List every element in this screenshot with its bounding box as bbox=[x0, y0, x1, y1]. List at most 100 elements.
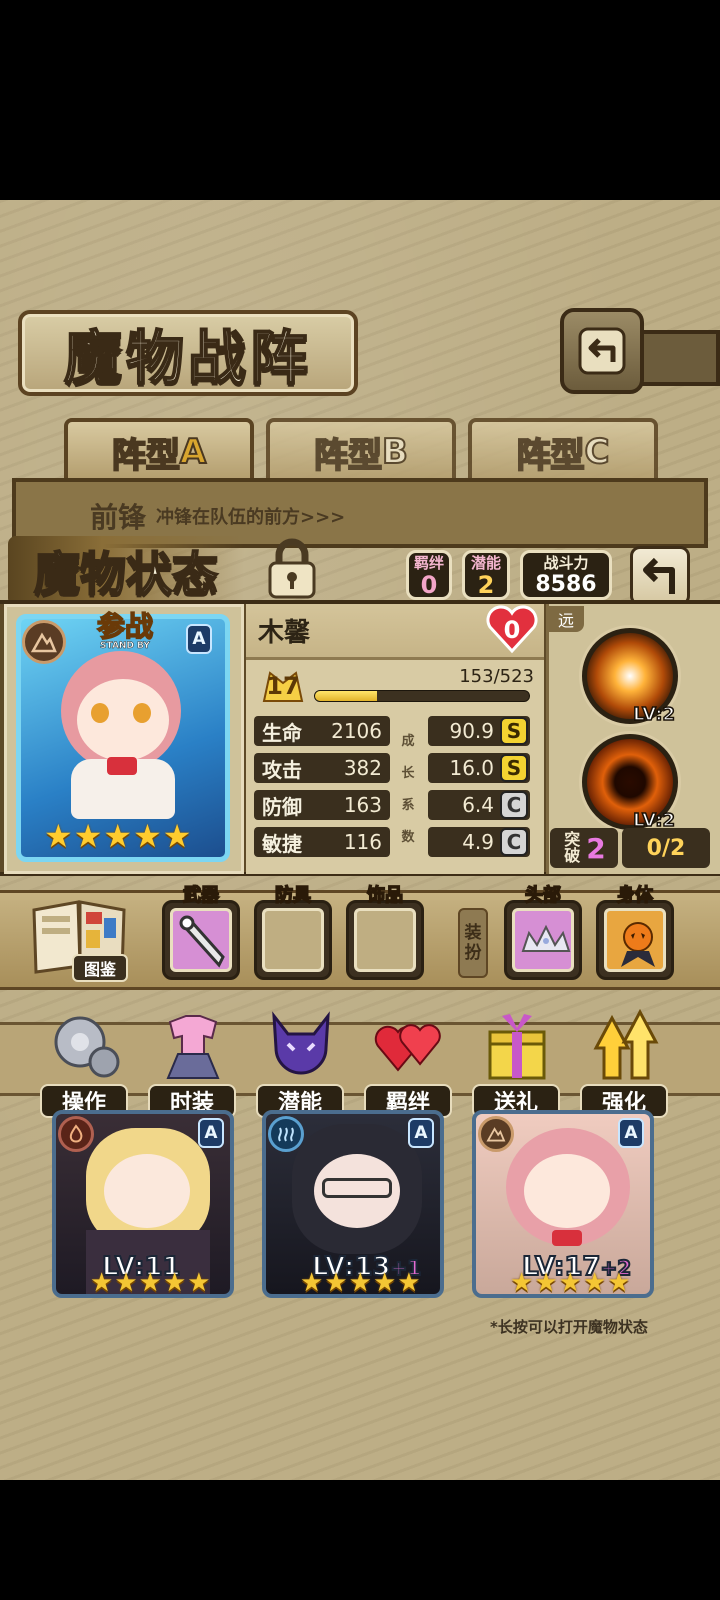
tab-letter: B bbox=[381, 431, 409, 473]
element-badge bbox=[22, 620, 66, 664]
stat-value: 163 bbox=[343, 793, 382, 817]
encyclopedia-button[interactable]: 图鉴 bbox=[28, 896, 132, 986]
star-icon: ★ bbox=[162, 817, 192, 855]
potential-button[interactable]: 潜能 bbox=[256, 1008, 344, 1120]
star-icon: ★ bbox=[510, 1268, 534, 1298]
encyclopedia-label: 图鉴 bbox=[72, 954, 128, 982]
stat-value: 382 bbox=[343, 756, 382, 780]
wrench-icon bbox=[179, 915, 225, 968]
star-icon: ★ bbox=[372, 1268, 397, 1298]
breakthrough[interactable]: 突破 2 0/2 bbox=[550, 826, 716, 870]
dressup-char: 装 bbox=[464, 923, 482, 943]
gear-icon bbox=[54, 1016, 120, 1078]
team-card-1[interactable]: A LV:11 ★ ★ ★ ★ ★ bbox=[52, 1110, 234, 1298]
vanguard-description: 冲锋在队伍的前方>>> bbox=[156, 507, 346, 528]
skill-2-button[interactable]: LV:2 bbox=[582, 734, 678, 832]
tab-formation-c[interactable]: 阵型 C bbox=[468, 418, 658, 482]
weapon-slot-inner bbox=[170, 908, 232, 972]
standby-badge: 参战 STAND BY bbox=[70, 612, 180, 655]
header-right-frame bbox=[640, 330, 720, 386]
card-face bbox=[524, 1154, 610, 1228]
card-stars: ★ ★ ★ ★ ★ bbox=[90, 1268, 211, 1298]
head-slot[interactable]: 头部 bbox=[504, 884, 582, 980]
tab-formation-b[interactable]: 阵型 B bbox=[266, 418, 456, 482]
growth-char: 成 bbox=[401, 734, 415, 749]
card-glasses bbox=[322, 1178, 392, 1198]
portrait-stars: ★ ★ ★ ★ ★ bbox=[44, 820, 191, 852]
stat-label: 生命 bbox=[262, 720, 302, 745]
stat-label: 攻击 bbox=[262, 757, 302, 782]
return-button[interactable] bbox=[630, 546, 690, 606]
stat-defense: 防御 163 bbox=[254, 790, 390, 820]
accessory-slot[interactable]: 饰品 bbox=[346, 884, 424, 980]
earth-element-icon bbox=[486, 1127, 506, 1142]
armor-slot[interactable]: 防具 bbox=[254, 884, 332, 980]
star-icon: ★ bbox=[103, 817, 133, 855]
star-icon: ★ bbox=[187, 1268, 211, 1298]
breakthrough-label: 突破 2 bbox=[550, 828, 618, 868]
potential-label: 潜能 bbox=[467, 555, 504, 571]
upgrade-arrows-icon bbox=[593, 1008, 659, 1080]
outfit-button[interactable]: 时装 bbox=[148, 1008, 236, 1120]
growth-char: 数 bbox=[401, 830, 415, 845]
lock-button[interactable] bbox=[262, 532, 322, 604]
breakthrough-progress: 0/2 bbox=[622, 828, 710, 868]
growth-hp: 90.9 S bbox=[428, 716, 530, 746]
star-icon: ★ bbox=[324, 1268, 348, 1298]
body-slot[interactable]: 身体 bbox=[596, 884, 674, 980]
card-face bbox=[104, 1154, 190, 1228]
power-value: 8586 bbox=[535, 572, 597, 597]
team-card-3[interactable]: A LV:17+2 ★ ★ ★ ★ ★ bbox=[472, 1110, 654, 1298]
body-slot-inner bbox=[604, 908, 666, 972]
dressup-label: 装 扮 bbox=[458, 908, 488, 978]
card-stars: ★ ★ ★ ★ ★ bbox=[510, 1268, 631, 1298]
card-stars: ★ ★ ★ ★ ★ bbox=[300, 1268, 421, 1298]
power-label: 战斗力 bbox=[540, 555, 592, 571]
weapon-slot[interactable]: 武器 bbox=[162, 884, 240, 980]
dressup-char: 扮 bbox=[464, 943, 482, 963]
bond-button[interactable]: 羁绊 bbox=[364, 1008, 452, 1120]
growth-value: 90.9 bbox=[449, 719, 494, 743]
fire-icon bbox=[69, 1124, 83, 1143]
return-arrow-icon bbox=[643, 557, 675, 594]
portrait-ribbon bbox=[107, 757, 137, 775]
back-button[interactable] bbox=[560, 308, 644, 394]
breakthrough-value: 2 bbox=[586, 831, 606, 865]
water-badge bbox=[268, 1116, 304, 1152]
skill-1-button[interactable]: LV:2 bbox=[582, 628, 678, 726]
growth-defense: 6.4 C bbox=[428, 790, 530, 820]
skill-level: LV:2 bbox=[632, 703, 675, 726]
footnote: *长按可以打开魔物状态 bbox=[490, 1318, 648, 1336]
star-icon: ★ bbox=[73, 817, 103, 855]
card-rarity: A bbox=[198, 1118, 224, 1148]
status-title: 魔物状态 bbox=[8, 536, 244, 606]
team-card-2[interactable]: A LV:13+1 ★ ★ ★ ★ ★ bbox=[262, 1110, 444, 1298]
fire-badge bbox=[58, 1116, 94, 1152]
tab-letter: C bbox=[584, 431, 611, 473]
star-icon: ★ bbox=[44, 817, 73, 855]
monster-name-text: 木馨 bbox=[258, 618, 311, 648]
card-ribbon bbox=[552, 1230, 582, 1246]
portrait-eye-left bbox=[91, 703, 109, 723]
rarity-badge: A bbox=[186, 624, 212, 654]
vanguard-row: 前锋 冲锋在队伍的前方>>> bbox=[20, 490, 700, 542]
affection-value: 0 bbox=[503, 616, 521, 644]
enhance-button[interactable]: 强化 bbox=[580, 1008, 668, 1120]
back-arrow-icon bbox=[578, 327, 626, 375]
star-icon: ★ bbox=[133, 817, 162, 855]
tab-formation-a[interactable]: 阵型 A bbox=[64, 418, 254, 482]
grade-badge: C bbox=[500, 791, 528, 819]
star-icon: ★ bbox=[348, 1268, 372, 1298]
star-icon: ★ bbox=[162, 1268, 187, 1298]
gift-button[interactable]: 送礼 bbox=[472, 1008, 560, 1120]
slot-label: 身体 bbox=[616, 884, 654, 907]
stat-value: 116 bbox=[343, 830, 382, 854]
stat-attack: 攻击 382 bbox=[254, 753, 390, 783]
affection-heart[interactable]: 0 bbox=[484, 604, 540, 656]
standby-subtext: STAND BY bbox=[100, 641, 150, 652]
accessory-slot-inner bbox=[354, 908, 416, 972]
card-rarity: A bbox=[408, 1118, 434, 1148]
tab-letter: A bbox=[179, 431, 207, 473]
card-rarity: A bbox=[618, 1118, 644, 1148]
control-button[interactable]: 操作 bbox=[40, 1008, 128, 1120]
